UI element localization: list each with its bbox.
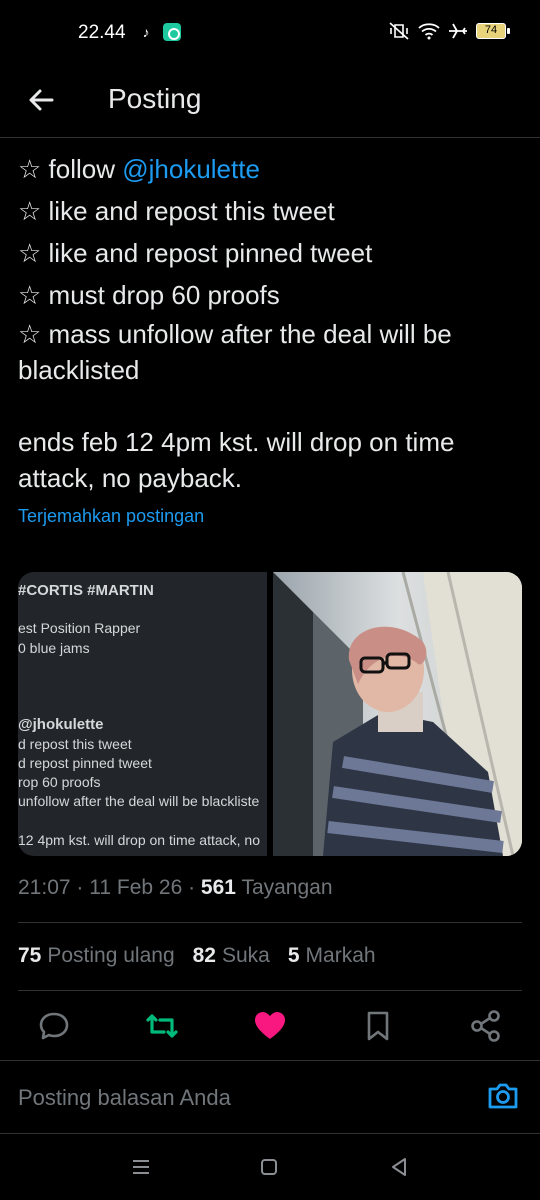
bookmark-label: Markah (305, 944, 376, 967)
screenshot-text-line: @jhokulette (18, 716, 104, 733)
back-nav-icon[interactable] (386, 1154, 412, 1180)
repost-icon[interactable] (142, 1006, 182, 1046)
mention-link[interactable]: @jhokulette (122, 154, 260, 184)
bookmark-icon[interactable] (358, 1006, 398, 1046)
tweet-meta: 21:07 · 11 Feb 26 · 561 Tayangan (18, 876, 333, 899)
screenshot-text-line: 12 4pm kst. will drop on time attack, no (18, 832, 260, 848)
tiktok-icon: ♪ (137, 23, 155, 41)
status-bar: 22.44 ♪ 74 (0, 0, 540, 66)
divider (18, 990, 522, 991)
action-bar (0, 1006, 540, 1048)
like-stat[interactable]: 82 Suka (193, 944, 270, 968)
reply-input-placeholder[interactable]: Posting balasan Anda (18, 1085, 231, 1111)
share-icon[interactable] (466, 1006, 506, 1046)
person-photo-illustration (273, 572, 522, 856)
back-arrow-icon[interactable] (22, 80, 62, 120)
airplane-mode-icon (449, 23, 467, 39)
divider (18, 922, 522, 923)
status-time: 22.44 (78, 22, 126, 43)
camera-icon[interactable] (486, 1079, 520, 1113)
like-label: Suka (221, 944, 270, 967)
battery-icon: 74 (476, 23, 510, 39)
page-title: Posting (108, 83, 202, 114)
recent-apps-icon[interactable] (128, 1154, 154, 1180)
tweet-line: ☆ must drop 60 proofs (18, 280, 280, 310)
media-screenshot-image[interactable]: #CORTIS #MARTIN est Position Rapper 0 bl… (18, 572, 267, 856)
tweet-text: ☆ follow @jhokulette ☆ like and repost t… (18, 148, 528, 388)
reply-composer[interactable]: Posting balasan Anda (0, 1060, 540, 1134)
tweet-line: ☆ mass unfollow after the deal will be b… (18, 319, 452, 385)
bookmark-count: 5 (287, 944, 300, 967)
tweet-line-prefix: ☆ follow (18, 154, 123, 184)
screenshot-text-line: est Position Rapper (18, 620, 141, 636)
wifi-icon (418, 23, 440, 40)
screenshot-text-line: d repost this tweet (18, 736, 132, 752)
tweet-media[interactable]: #CORTIS #MARTIN est Position Rapper 0 bl… (18, 572, 522, 856)
repost-count: 75 (18, 944, 42, 967)
bookmark-stat[interactable]: 5 Markah (288, 944, 376, 968)
like-count: 82 (192, 944, 216, 967)
screenshot-text-line: unfollow after the deal will be blacklis… (18, 793, 260, 809)
tweet-time: 21:07 (18, 876, 71, 899)
tweet-date: 11 Feb 26 (89, 876, 183, 899)
tweet-stats: 75 Posting ulang 82 Suka 5 Markah (18, 944, 376, 968)
tweet-line: ☆ follow @jhokulette (18, 148, 528, 190)
mute-vibrate-icon (389, 22, 409, 40)
system-nav-bar (0, 1140, 540, 1200)
tweet-ends-text: ends feb 12 4pm kst. will drop on time a… (18, 427, 455, 493)
view-label: Tayangan (241, 876, 333, 899)
app-notification-icon (163, 23, 181, 41)
tweet-line: ☆ like and repost pinned tweet (18, 238, 373, 268)
tweet-line: ☆ like and repost this tweet (18, 196, 335, 226)
media-photo-image[interactable] (273, 572, 522, 856)
screenshot-text-line: rop 60 proofs (18, 774, 101, 790)
translate-link[interactable]: Terjemahkan postingan (18, 506, 204, 527)
screenshot-text-line: d repost pinned tweet (18, 755, 152, 771)
repost-stat[interactable]: 75 Posting ulang (18, 944, 175, 968)
screenshot-text-line: #CORTIS #MARTIN (18, 582, 154, 599)
reply-icon[interactable] (34, 1006, 74, 1046)
screenshot-text-line: 0 blue jams (18, 640, 90, 656)
top-bar: Posting (0, 66, 540, 138)
view-count: 561 (200, 876, 236, 899)
home-icon[interactable] (256, 1154, 282, 1180)
like-heart-icon[interactable] (250, 1006, 290, 1046)
repost-label: Posting ulang (47, 944, 175, 967)
status-icons: 74 (388, 22, 510, 40)
